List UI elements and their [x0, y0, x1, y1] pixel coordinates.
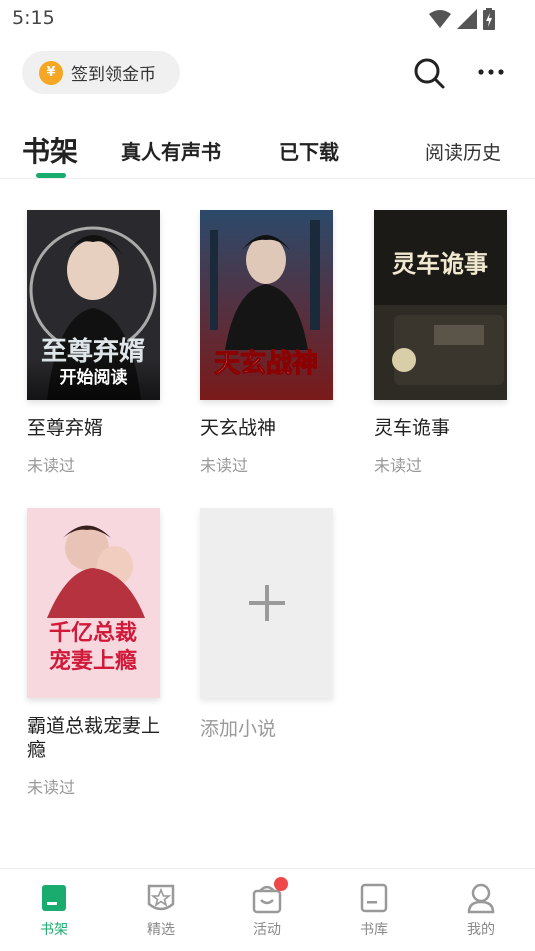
gift-bag-icon	[250, 877, 288, 915]
cover-title: 天玄战神	[214, 348, 318, 379]
start-reading-label[interactable]: 开始阅读	[27, 363, 160, 388]
book-read-status: 未读过	[200, 456, 249, 475]
book-cover[interactable]: 灵车诡事	[374, 210, 507, 400]
book-read-status: 未读过	[374, 456, 423, 475]
cover-art: 灵车诡事	[374, 210, 507, 400]
battery-icon	[483, 8, 495, 30]
divider	[0, 178, 535, 179]
checkin-button[interactable]: ¥ 签到领金币	[22, 51, 180, 94]
add-novel-button[interactable]	[200, 508, 333, 698]
status-icons	[429, 8, 495, 30]
nav-label: 活动	[253, 922, 281, 938]
book-cover[interactable]: 天玄战神	[200, 210, 333, 400]
add-novel-item[interactable]: 添加小说	[200, 508, 335, 741]
nav-activities[interactable]: 活动	[227, 877, 307, 939]
book-read-status: 未读过	[27, 778, 76, 797]
nav-featured[interactable]: 精选	[121, 881, 201, 939]
cover-art: 千亿总裁 宠妻上瘾	[27, 508, 160, 698]
cover-title: 灵车诡事	[392, 249, 488, 278]
search-button[interactable]	[412, 56, 446, 90]
cover-subtitle: 宠妻上瘾	[49, 648, 137, 674]
nav-label: 我的	[467, 922, 495, 938]
tab-bar: 书架 真人有声书 已下载 阅读历史	[0, 128, 535, 178]
tab-reading-history[interactable]: 阅读历史	[425, 138, 501, 165]
bookshelf-icon	[37, 881, 71, 915]
book-cover[interactable]: 千亿总裁 宠妻上瘾	[27, 508, 160, 698]
book-title: 至尊弃婿	[27, 417, 104, 439]
plus-icon	[248, 585, 285, 621]
bottom-nav: 书架 精选 活动 书库 我的	[0, 868, 535, 951]
search-icon	[414, 58, 445, 89]
book-item[interactable]: 天玄战神 天玄战神 未读过	[200, 210, 335, 476]
notification-badge	[274, 877, 288, 891]
tab-downloaded[interactable]: 已下载	[279, 136, 339, 165]
more-icon	[478, 69, 504, 75]
book-title: 霸道总裁宠妻上瘾	[27, 715, 161, 761]
wifi-icon	[429, 10, 451, 28]
nav-label: 书库	[360, 922, 388, 938]
book-read-status: 未读过	[27, 456, 76, 475]
library-icon	[357, 881, 391, 915]
signal-icon	[457, 9, 477, 29]
cover-title: 千亿总裁	[49, 620, 137, 646]
book-title: 天玄战神	[200, 417, 277, 439]
tab-bookshelf[interactable]: 书架	[22, 130, 78, 170]
status-time: 5:15	[12, 7, 55, 29]
nav-label: 精选	[147, 922, 175, 938]
book-title: 灵车诡事	[374, 417, 451, 439]
star-badge-icon	[144, 881, 178, 915]
book-item[interactable]: 至尊弃婿 开始阅读 至尊弃婿 未读过	[27, 210, 162, 476]
add-novel-label: 添加小说	[200, 718, 277, 740]
coin-icon: ¥	[39, 60, 63, 85]
more-button[interactable]	[474, 60, 508, 84]
nav-bookshelf[interactable]: 书架	[14, 881, 94, 939]
tab-audio-books[interactable]: 真人有声书	[121, 136, 221, 165]
book-item[interactable]: 灵车诡事 灵车诡事 未读过	[374, 210, 509, 476]
book-item[interactable]: 千亿总裁 宠妻上瘾 霸道总裁宠妻上瘾 未读过	[27, 508, 162, 798]
status-bar: 5:15	[0, 0, 535, 38]
nav-label: 书架	[40, 922, 68, 938]
book-cover[interactable]: 至尊弃婿 开始阅读	[27, 210, 160, 400]
nav-me[interactable]: 我的	[441, 881, 521, 939]
nav-library[interactable]: 书库	[334, 881, 414, 939]
profile-icon	[464, 881, 498, 915]
checkin-label: 签到领金币	[71, 65, 156, 85]
cover-art: 天玄战神	[200, 210, 333, 400]
